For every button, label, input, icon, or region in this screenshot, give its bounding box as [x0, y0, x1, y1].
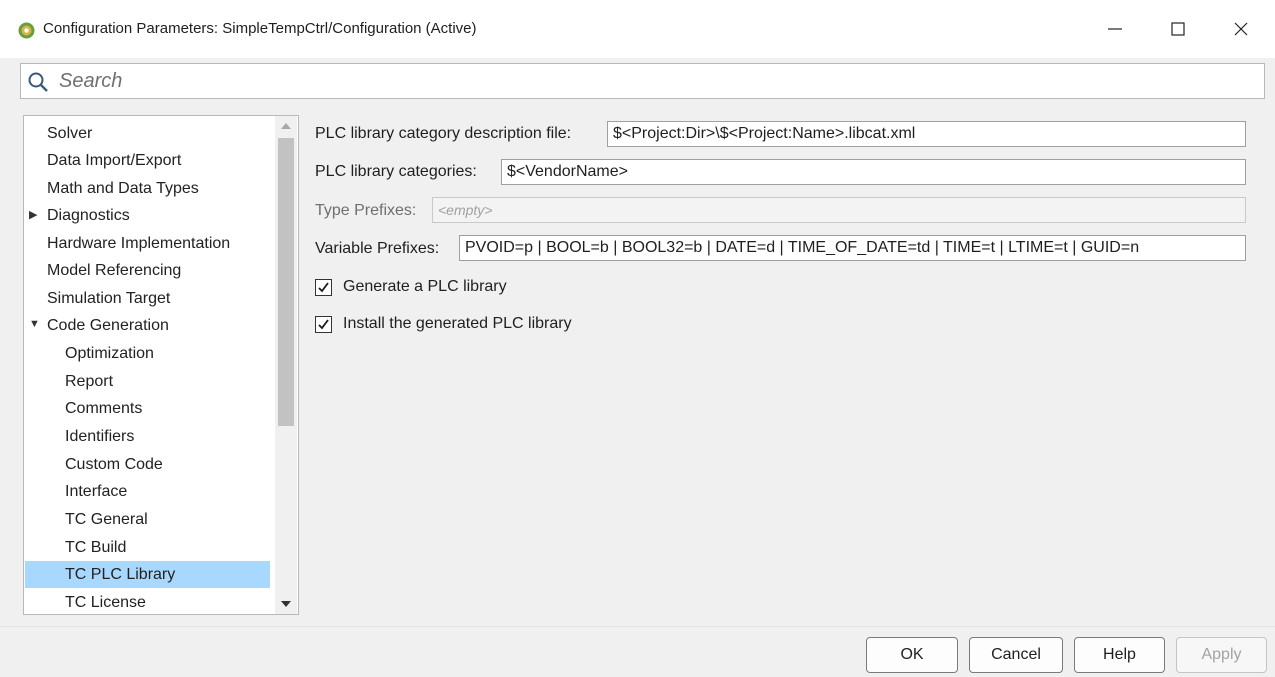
- type-prefixes-field: <empty>: [432, 197, 1246, 223]
- generate-plc-library-checkbox[interactable]: [315, 279, 332, 296]
- expand-arrow-icon[interactable]: ▶: [29, 208, 37, 221]
- tree-item-optimization[interactable]: Optimization: [65, 340, 154, 367]
- categories-field[interactable]: $<VendorName>: [501, 159, 1246, 185]
- search-input[interactable]: [59, 68, 1249, 94]
- tree-item-comments[interactable]: Comments: [65, 395, 142, 422]
- ok-button[interactable]: OK: [866, 637, 958, 673]
- title-bar: Configuration Parameters: SimpleTempCtrl…: [0, 0, 1275, 58]
- generate-plc-library-label[interactable]: Generate a PLC library: [343, 278, 507, 296]
- minimize-icon: [1108, 28, 1122, 30]
- minimize-button[interactable]: [1092, 6, 1138, 52]
- scroll-up-arrow-icon: [281, 123, 291, 129]
- collapse-arrow-icon[interactable]: ▼: [29, 318, 40, 330]
- variable-prefixes-label: Variable Prefixes:: [315, 240, 440, 257]
- close-button[interactable]: [1218, 6, 1264, 52]
- scroll-up-button[interactable]: [275, 116, 297, 136]
- tree-item-hardware-implementation[interactable]: Hardware Implementation: [47, 230, 230, 257]
- tree-item-simulation-target[interactable]: Simulation Target: [47, 285, 170, 312]
- install-plc-library-label[interactable]: Install the generated PLC library: [343, 315, 572, 333]
- tree-item-code-generation[interactable]: Code Generation: [47, 312, 169, 339]
- maximize-button[interactable]: [1155, 6, 1201, 52]
- libcat-file-field[interactable]: $<Project:Dir>\$<Project:Name>.libcat.xm…: [607, 121, 1246, 147]
- tree-item-tc-license[interactable]: TC License: [65, 589, 146, 614]
- tree-item-solver[interactable]: Solver: [47, 120, 92, 147]
- tree-item-tc-plc-library[interactable]: TC PLC Library: [25, 561, 270, 588]
- tree-item-interface[interactable]: Interface: [65, 478, 127, 505]
- tree-item-tc-build[interactable]: TC Build: [65, 534, 126, 561]
- window-title: Configuration Parameters: SimpleTempCtrl…: [43, 20, 477, 37]
- install-plc-library-checkbox[interactable]: [315, 316, 332, 333]
- libcat-file-label: PLC library category description file:: [315, 125, 572, 142]
- cancel-button[interactable]: Cancel: [969, 637, 1063, 673]
- tree-item-tc-general[interactable]: TC General: [65, 506, 148, 533]
- maximize-icon: [1171, 22, 1185, 36]
- tree-item-report[interactable]: Report: [65, 368, 113, 395]
- tree-item-identifiers[interactable]: Identifiers: [65, 423, 134, 450]
- scroll-down-button[interactable]: [275, 594, 297, 614]
- variable-prefixes-field[interactable]: PVOID=p | BOOL=b | BOOL32=b | DATE=d | T…: [459, 235, 1246, 261]
- tree-item-custom-code[interactable]: Custom Code: [65, 451, 163, 478]
- tree-scrollbar[interactable]: [275, 116, 297, 614]
- checkmark-icon: [318, 282, 329, 293]
- checkmark-icon: [318, 319, 329, 330]
- search-bar[interactable]: [20, 63, 1265, 99]
- tree-item-diagnostics[interactable]: Diagnostics: [47, 202, 130, 229]
- scroll-down-arrow-icon: [281, 601, 291, 607]
- matlab-config-icon: [18, 22, 35, 39]
- footer-divider: [0, 626, 1275, 627]
- apply-button: Apply: [1176, 637, 1267, 673]
- scroll-thumb[interactable]: [278, 138, 294, 426]
- close-icon: [1234, 22, 1248, 36]
- search-icon: [28, 72, 48, 92]
- tree-item-math-data-types[interactable]: Math and Data Types: [47, 175, 199, 202]
- categories-label: PLC library categories:: [315, 163, 477, 180]
- category-tree[interactable]: Solver Data Import/Export Math and Data …: [23, 115, 299, 615]
- tree-item-data-import-export[interactable]: Data Import/Export: [47, 147, 181, 174]
- tree-item-model-referencing[interactable]: Model Referencing: [47, 257, 181, 284]
- help-button[interactable]: Help: [1074, 637, 1165, 673]
- type-prefixes-label: Type Prefixes:: [315, 202, 417, 219]
